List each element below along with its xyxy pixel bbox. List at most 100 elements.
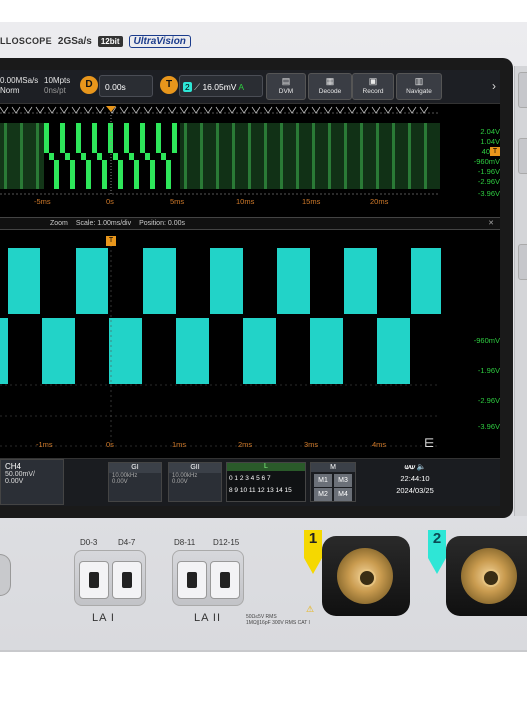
input-rating-1mohm: 1MΩ||16pF 300V RMS CAT I [246, 620, 310, 626]
main-x-label: 2ms [238, 440, 253, 449]
side-knob[interactable] [0, 554, 11, 596]
decode-button[interactable]: ▦ Decode [308, 73, 352, 100]
la-title: L [227, 463, 305, 471]
main-x-label: -1ms [36, 440, 53, 449]
close-icon[interactable]: ✕ [488, 218, 494, 229]
chevron-right-icon[interactable]: › [492, 79, 496, 93]
ch4-offset: 0.00V [5, 478, 24, 485]
side-button[interactable] [518, 244, 527, 280]
math-m2-button[interactable]: M2 [314, 488, 332, 501]
logic-analyzer-info[interactable]: L 0 1 2 3 4 5 6 7 8 9 10 11 12 13 14 15 [226, 462, 306, 502]
d0-3-label: D0-3 [80, 538, 98, 547]
clock-area: ⟒⟒ 🔈 22:44:10 2024/03/25 [370, 461, 460, 497]
clock-date: 2024/03/25 [396, 486, 434, 495]
overview-plot [0, 106, 440, 195]
ch2-flag: 2 [428, 530, 446, 574]
front-panel: D0-3 D4-7 LA I D8-11 D12-15 LA II 50Ω≤5V… [0, 518, 527, 648]
speaker-icon: 🔈 [416, 462, 426, 471]
overview-x-label: 10ms [236, 197, 255, 206]
overview-y-label: -960mV [473, 157, 500, 166]
overview-x-label: -5ms [34, 197, 51, 206]
main-x-label: 4ms [372, 440, 387, 449]
record-icon: ▣ [368, 76, 378, 86]
overview-y-label: 2.04V [480, 127, 500, 136]
gii-title: GII [169, 463, 221, 473]
d8-11-port[interactable] [177, 561, 207, 599]
overview-y-label: 40 [481, 147, 490, 156]
trigger-source: 2 [183, 82, 192, 92]
memory-depth-sub: 0ns/pt [44, 86, 66, 95]
generator-2-info[interactable]: GII 10.00kHz 0.00V [168, 462, 222, 502]
navigate-button[interactable]: ▥ Navigate [396, 73, 442, 100]
delay-value[interactable]: 0.00s [99, 75, 153, 97]
overview-y-label: -2.96V [477, 177, 500, 186]
decode-icon: ▦ [325, 76, 335, 86]
trigger-settings[interactable]: 2 ⟋ 16.05mV A [179, 75, 263, 97]
rising-edge-icon: ⟋ [194, 82, 201, 92]
overview-x-label: 15ms [302, 197, 321, 206]
la-channels-row1: 0 1 2 3 4 5 6 7 [229, 475, 271, 482]
overview-x-label: 0s [106, 197, 114, 206]
la-channels-row2: 8 9 10 11 12 13 14 15 [229, 487, 292, 494]
d0-3-port[interactable] [79, 561, 109, 599]
ch2-number: 2 [432, 530, 442, 547]
zoom-trigger-marker[interactable]: T [106, 236, 116, 246]
d4-7-label: D4-7 [118, 538, 136, 547]
math-info[interactable]: M M1 M3 M2 M4 [310, 462, 356, 502]
record-label: Record [362, 88, 384, 95]
side-button[interactable] [518, 72, 527, 108]
top-toolbar: 0.00MSa/s Norm 10Mpts 0ns/pt D 0.00s T 2… [0, 70, 500, 104]
main-plot [0, 228, 441, 447]
math-title: M [311, 463, 355, 472]
delay-icon[interactable]: D [80, 76, 98, 94]
trigger-status: A [238, 82, 245, 92]
overview-y-label: -1.96V [477, 167, 500, 176]
memory-depth-value: 10Mpts [44, 76, 71, 85]
generator-1-info[interactable]: GI 10.00kHz 0.00V [108, 462, 162, 502]
dvm-label: DVM [278, 88, 294, 95]
zoom-info-bar[interactable]: Zoom Scale: 1.00ms/div Position: 0.00s ✕ [0, 217, 500, 230]
ultravision-logo: UltraVision [128, 34, 191, 48]
d12-15-label: D12-15 [213, 538, 240, 547]
memory-depth[interactable]: 10Mpts 0ns/pt [44, 73, 76, 102]
main-waveform[interactable]: T -960mV -1.96V -2.96V -3.96V -1ms 0s 1m… [0, 228, 500, 450]
display-screen: 0.00MSa/s Norm 10Mpts 0ns/pt D 0.00s T 2… [0, 70, 500, 506]
math-m4-button[interactable]: M4 [334, 488, 352, 501]
main-y-label: -3.96V [477, 422, 500, 431]
main-signal [0, 248, 441, 384]
overview-waveform[interactable]: 2.04V 1.04V 40 T -960mV -1.96V -2.96V -3… [0, 105, 500, 209]
gii-offset: 0.00V [172, 479, 188, 485]
ch2-bnc-input[interactable] [446, 536, 527, 616]
trigger-icon[interactable]: T [160, 76, 178, 94]
main-x-label: 1ms [172, 440, 187, 449]
dvm-button[interactable]: ▤ DVM [266, 73, 306, 100]
brand-strip: LLOSCOPE 2GSa/s 12bit UltraVision [0, 30, 191, 52]
math-m1-button[interactable]: M1 [314, 474, 332, 487]
side-button[interactable] [518, 138, 527, 174]
clock-time: 22:44:10 [400, 474, 430, 483]
gi-offset: 0.00V [112, 479, 128, 485]
math-m3-button[interactable]: M3 [334, 474, 352, 487]
side-button-panel [514, 66, 527, 516]
overview-x-label: 5ms [170, 197, 185, 206]
la1-connector[interactable] [74, 550, 146, 606]
navigate-icon: ▥ [414, 76, 424, 86]
ch4-info[interactable]: CH4 50.00mV/ 0.00V [0, 459, 64, 505]
ch1-number: 1 [308, 530, 318, 547]
trigger-level-marker[interactable]: T [490, 147, 500, 156]
record-button[interactable]: ▣ Record [352, 73, 394, 100]
ch4-title: CH4 [5, 462, 22, 471]
d12-15-port[interactable] [210, 561, 240, 599]
expand-icon[interactable]: ⋿ [424, 436, 434, 450]
main-y-label: -960mV [473, 336, 500, 345]
status-icons: ⟒⟒ 🔈 [370, 461, 460, 473]
d8-11-label: D8-11 [174, 538, 196, 547]
ch1-bnc-input[interactable] [322, 536, 410, 616]
la1-label: LA I [92, 612, 115, 624]
la2-connector[interactable] [172, 550, 244, 606]
ch1-flag: 1 [304, 530, 322, 574]
d4-7-port[interactable] [112, 561, 142, 599]
zoom-scale: Scale: 1.00ms/div [75, 220, 132, 227]
zoom-position: Position: 0.00s [139, 220, 185, 227]
sample-rate-label: 2GSa/s [57, 35, 92, 47]
